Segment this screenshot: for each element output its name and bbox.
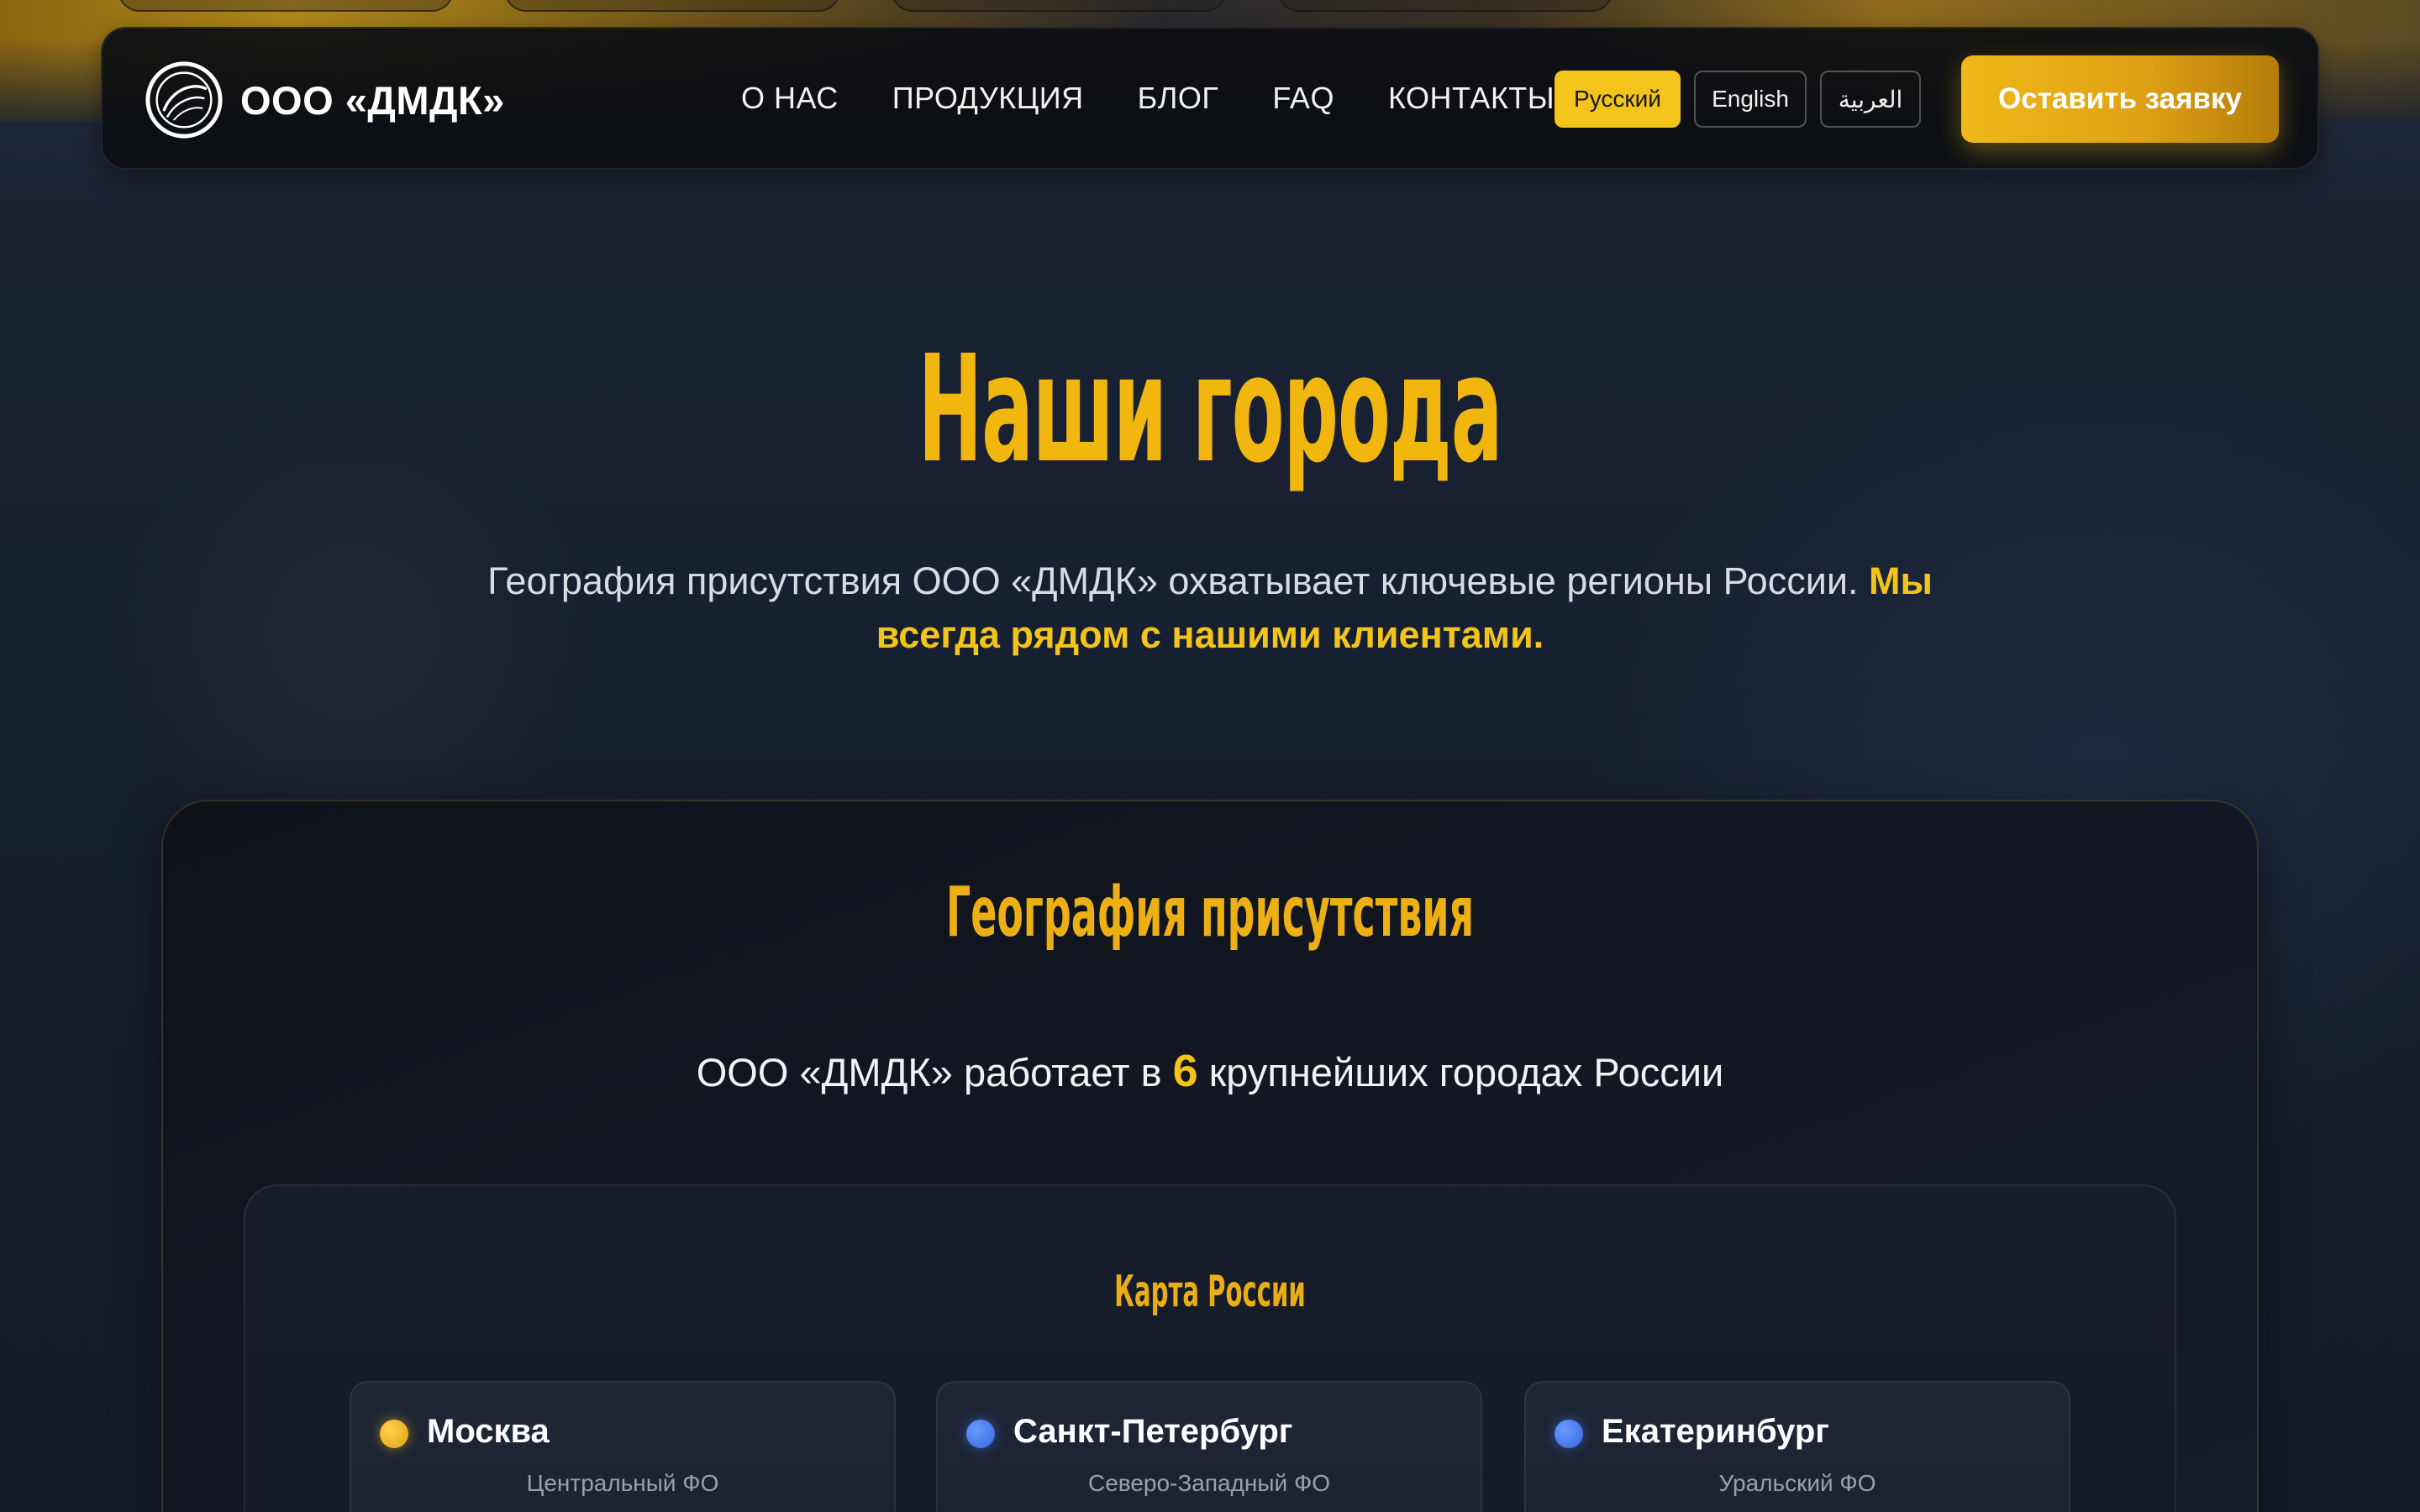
map-title: Карта России <box>1114 1267 1306 1317</box>
hero-card-edge <box>118 0 454 12</box>
city-count: 6 <box>1172 1046 1198 1096</box>
nav-links: О НАС ПРОДУКЦИЯ БЛОГ FAQ КОНТАКТЫ <box>741 29 1555 168</box>
hero-card-edge <box>504 0 840 12</box>
nav-link-blog[interactable]: БЛОГ <box>1138 81 1219 116</box>
city-card-yekaterinburg[interactable]: Екатеринбург Уральский ФО <box>1524 1381 2070 1512</box>
lang-button-arabic[interactable]: العربية <box>1820 71 1921 128</box>
city-name: Москва <box>427 1413 550 1450</box>
leave-request-button[interactable]: Оставить заявку <box>1961 55 2279 143</box>
page-title: Наши города <box>918 323 1503 496</box>
lang-button-english[interactable]: English <box>1694 71 1807 128</box>
hero-card-edge <box>1277 0 1613 12</box>
geography-subtitle-prefix: ООО «ДМДК» работает в <box>696 1050 1173 1095</box>
logo-icon <box>145 61 223 139</box>
hero-card-edge <box>891 0 1227 12</box>
nav-link-contacts[interactable]: КОНТАКТЫ <box>1388 81 1555 116</box>
city-card-moscow[interactable]: Москва Центральный ФО <box>350 1381 896 1512</box>
city-marker-icon <box>1555 1420 1583 1448</box>
city-marker-icon <box>966 1420 995 1448</box>
page: ООО «ДМДК» О НАС ПРОДУКЦИЯ БЛОГ FAQ КОНТ… <box>0 0 2420 1512</box>
brand[interactable]: ООО «ДМДК» <box>143 59 505 141</box>
city-marker-icon <box>380 1420 408 1448</box>
city-name: Екатеринбург <box>1602 1413 1829 1450</box>
city-name: Санкт-Петербург <box>1013 1413 1293 1450</box>
nav-link-faq[interactable]: FAQ <box>1272 81 1334 116</box>
city-district: Центральный ФО <box>526 1470 719 1496</box>
navbar: ООО «ДМДК» О НАС ПРОДУКЦИЯ БЛОГ FAQ КОНТ… <box>101 27 2319 170</box>
geography-subtitle: ООО «ДМДК» работает в 6 крупнейших город… <box>0 1045 2420 1097</box>
city-card-saint-petersburg[interactable]: Санкт-Петербург Северо-Западный ФО <box>936 1381 1482 1512</box>
brand-name: ООО «ДМДК» <box>240 77 505 123</box>
city-district: Уральский ФО <box>1718 1470 1876 1496</box>
lead-paragraph: География присутствия ООО «ДМДК» охватыв… <box>454 554 1966 662</box>
nav-link-about[interactable]: О НАС <box>741 81 839 116</box>
geography-title: География присутствия <box>945 873 1475 953</box>
language-switcher: Русский English العربية <box>1555 71 1934 128</box>
lead-text: География присутствия ООО «ДМДК» охватыв… <box>487 559 1869 602</box>
city-district: Северо-Западный ФО <box>1087 1470 1331 1496</box>
nav-link-products[interactable]: ПРОДУКЦИЯ <box>892 81 1084 116</box>
lang-button-russian[interactable]: Русский <box>1555 71 1681 128</box>
geography-subtitle-suffix: крупнейших городах России <box>1197 1050 1724 1095</box>
